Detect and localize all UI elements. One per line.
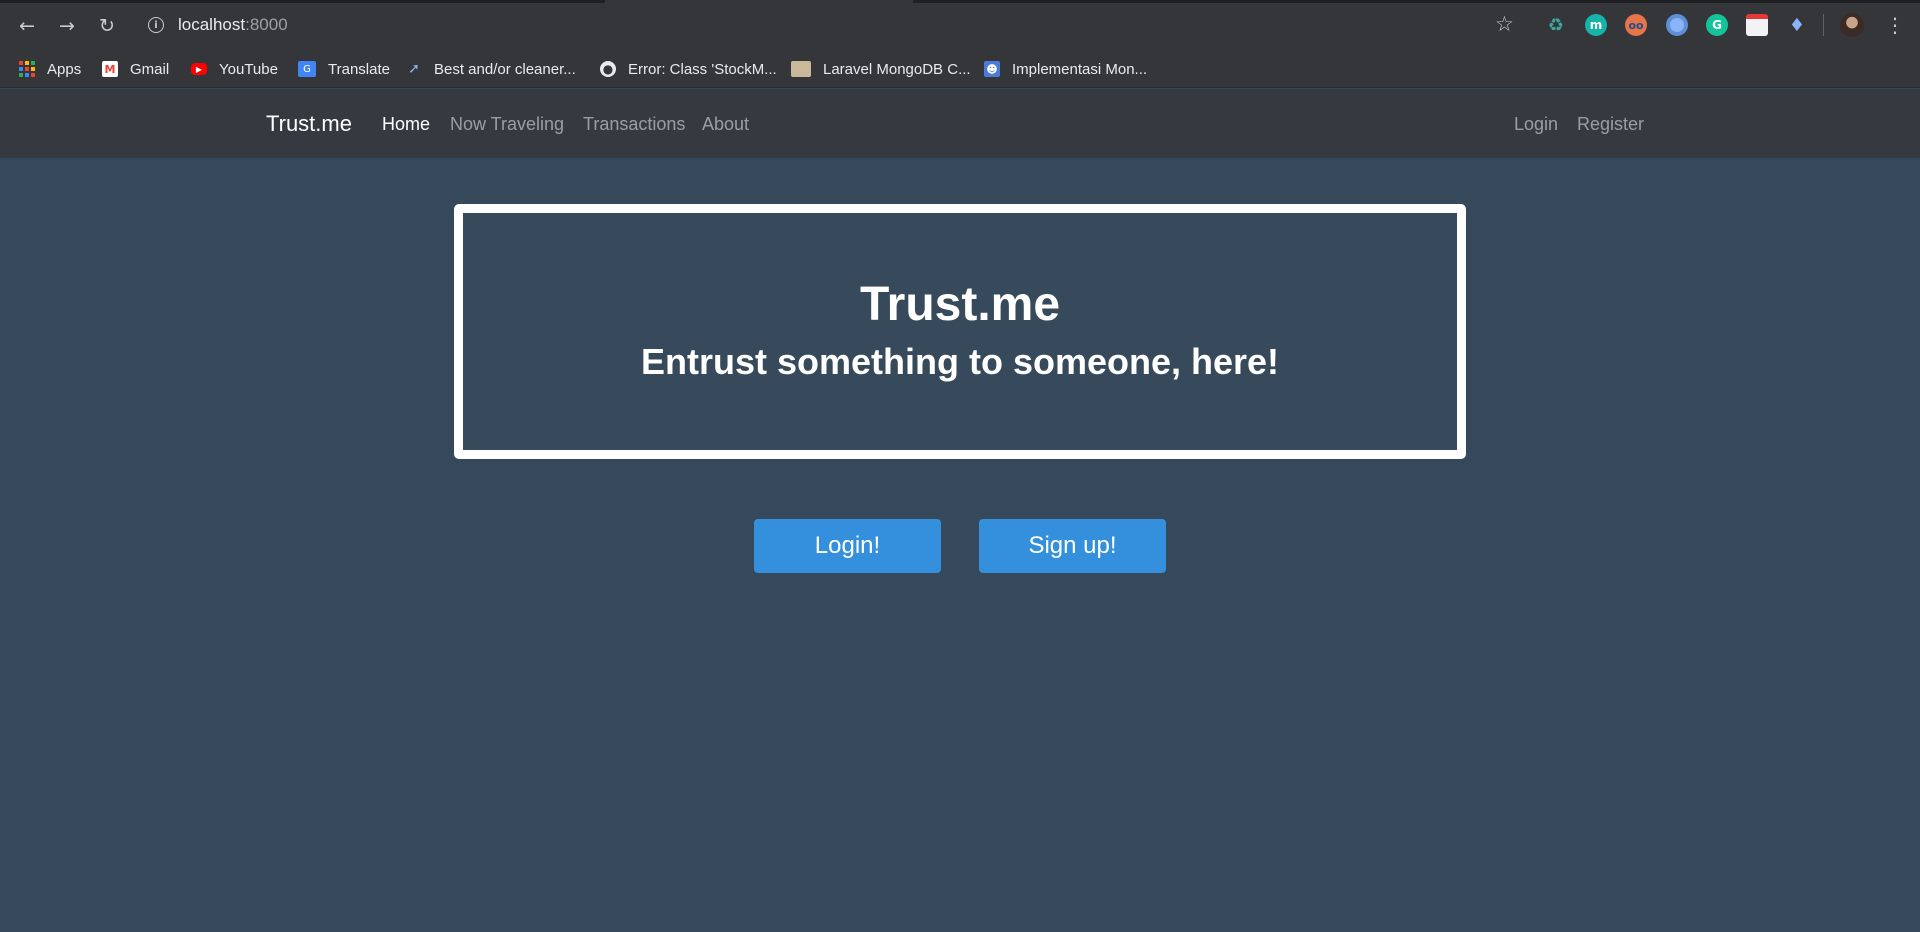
- nav-register[interactable]: Register: [1577, 114, 1644, 135]
- hero-box: Trust.me Entrust something to someone, h…: [454, 204, 1466, 459]
- nav-now-traveling[interactable]: Now Traveling: [450, 114, 564, 135]
- bookmarks-bar: Apps M Gmail ▶ YouTube G Translate ➚ Bes…: [0, 50, 1920, 88]
- wand-icon: ➚: [408, 61, 420, 77]
- bookmark-label: Gmail: [130, 60, 170, 78]
- bookmark-label: Translate: [328, 60, 390, 78]
- recycle-icon[interactable]: ♻: [1545, 14, 1567, 36]
- address-bar[interactable]: localhost:8000: [178, 15, 288, 35]
- google-translate-icon: G: [298, 61, 316, 77]
- reload-icon[interactable]: ↻: [93, 12, 121, 40]
- navbar-brand[interactable]: Trust.me: [266, 111, 352, 137]
- grammarly-icon[interactable]: G: [1706, 14, 1728, 36]
- contact-icon: ☻: [984, 61, 1000, 77]
- bookmark-label: Laravel MongoDB C...: [823, 60, 971, 78]
- bookmark-youtube[interactable]: ▶ YouTube: [191, 58, 278, 80]
- nav-login[interactable]: Login: [1514, 114, 1558, 135]
- hero-title: Trust.me: [859, 278, 1061, 331]
- browser-toolbar: ← → ↻ i localhost:8000 ☆ ♻ m oo G ♦ ⋮: [0, 0, 1920, 50]
- bookmark-laravel-mongodb[interactable]: Laravel MongoDB C...: [791, 58, 971, 80]
- bookmark-translate[interactable]: G Translate: [298, 58, 390, 80]
- m-extension-icon[interactable]: m: [1585, 14, 1607, 36]
- active-tab-edge: [605, 0, 913, 3]
- url-port: :8000: [245, 15, 288, 34]
- circle-extension-icon[interactable]: [1666, 14, 1688, 36]
- toolbar-separator: [1823, 14, 1824, 36]
- browser-menu-icon[interactable]: ⋮: [1885, 12, 1905, 38]
- bookmark-best-cleaner[interactable]: ➚ Best and/or cleaner...: [406, 58, 576, 80]
- tab-strip-edge: [0, 0, 1920, 3]
- calendar-extension-icon[interactable]: [1746, 14, 1768, 36]
- bookmark-label: Apps: [47, 60, 82, 78]
- hero-subtitle: Entrust something to someone, here!: [640, 341, 1280, 382]
- apps-grid-icon: [19, 61, 35, 77]
- site-info-icon[interactable]: i: [148, 17, 164, 33]
- bookmark-implementasi[interactable]: ☻ Implementasi Mon...: [984, 58, 1147, 80]
- nav-about[interactable]: About: [702, 114, 749, 135]
- url-host: localhost: [178, 15, 246, 34]
- back-arrow-icon[interactable]: ←: [13, 12, 41, 40]
- nav-home[interactable]: Home: [382, 114, 430, 135]
- site-navbar: Trust.me Home Now Traveling Transactions…: [0, 89, 1920, 158]
- bookmark-error-class[interactable]: ● Error: Class 'StockM...: [600, 58, 777, 80]
- bookmark-gmail[interactable]: M Gmail: [102, 58, 169, 80]
- bookmark-label: Error: Class 'StockM...: [628, 60, 777, 78]
- globe-icon: ●: [600, 61, 616, 77]
- bookmark-label: Implementasi Mon...: [1012, 60, 1148, 78]
- bookmark-apps[interactable]: Apps: [19, 58, 81, 80]
- profile-avatar[interactable]: [1840, 13, 1864, 37]
- gmail-icon: M: [102, 61, 118, 77]
- bookmark-label: Best and/or cleaner...: [434, 60, 576, 78]
- forward-arrow-icon[interactable]: →: [53, 12, 81, 40]
- signup-button[interactable]: Sign up!: [979, 519, 1166, 573]
- diamond-extension-icon[interactable]: ♦: [1786, 14, 1808, 36]
- login-button[interactable]: Login!: [754, 519, 941, 573]
- nav-transactions[interactable]: Transactions: [583, 114, 685, 135]
- youtube-icon: ▶: [191, 63, 207, 75]
- bookmark-star-icon[interactable]: ☆: [1495, 12, 1514, 36]
- bookmark-label: YouTube: [219, 60, 278, 78]
- eyes-extension-icon[interactable]: oo: [1625, 14, 1647, 36]
- page-thumbnail-icon: [791, 61, 811, 77]
